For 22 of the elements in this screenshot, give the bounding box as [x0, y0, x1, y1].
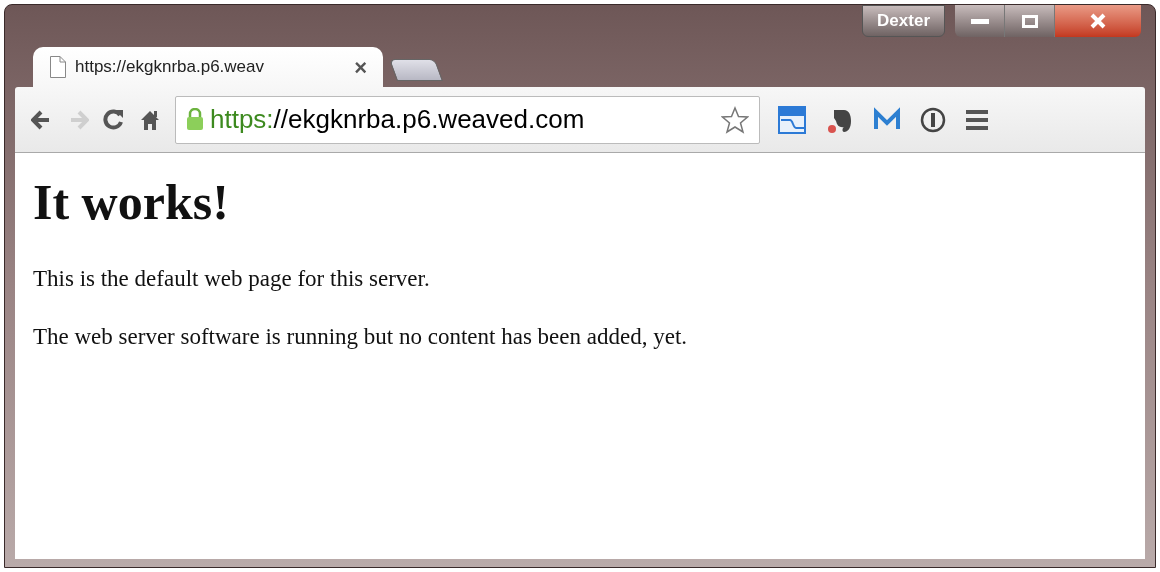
address-bar[interactable]: https://ekgknrba.p6.weaved.com — [175, 95, 760, 144]
menu-icon[interactable] — [966, 107, 988, 132]
maximize-icon — [1021, 14, 1038, 28]
paragraph: This is the default web page for this server. — [33, 264, 431, 293]
browser-tab[interactable]: https://ekgknrba.p6.weav × — [33, 47, 383, 87]
minimize-icon — [970, 18, 989, 24]
star-icon[interactable] — [721, 105, 749, 134]
minimize-button[interactable] — [955, 5, 1005, 37]
maximize-button[interactable] — [1005, 5, 1055, 37]
close-icon — [1090, 13, 1106, 29]
address-text: https://ekgknrba.p6.weaved.com — [210, 103, 586, 136]
close-button[interactable] — [1055, 5, 1141, 37]
page-heading: It works! — [33, 173, 230, 232]
paragraph: The web server software is running but no content has been added, yet. — [33, 323, 689, 351]
info-icon[interactable] — [920, 106, 946, 133]
new-tab-button[interactable] — [389, 59, 443, 81]
tab-title: https://ekgknrba.p6.weav — [75, 56, 265, 79]
close-tab-button[interactable]: × — [354, 50, 367, 84]
home-icon[interactable] — [139, 108, 161, 131]
reload-icon[interactable] — [103, 108, 125, 131]
window-icon[interactable] — [778, 105, 806, 134]
page-icon — [49, 55, 67, 79]
